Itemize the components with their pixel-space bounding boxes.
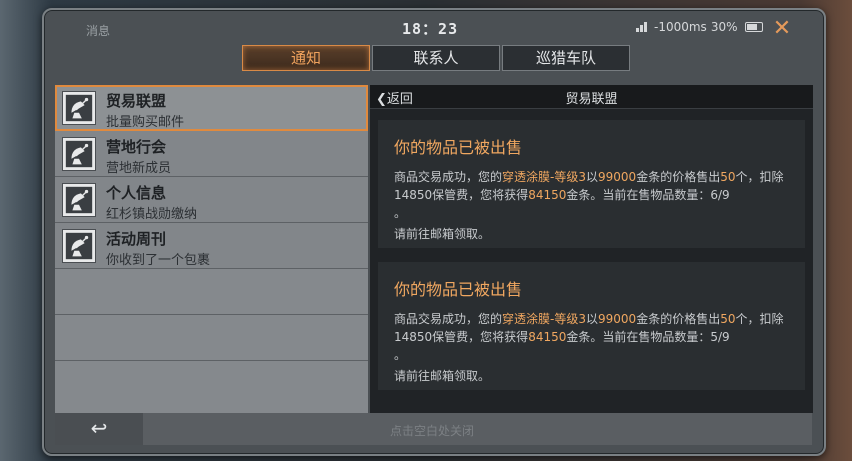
- signal-icon: [636, 22, 650, 32]
- mail-item-trade-alliance[interactable]: 贸易联盟 批量购买邮件: [55, 85, 368, 131]
- clock: 18：23: [402, 20, 459, 38]
- message-card: 你的物品已被出售 商品交易成功，您的穿透涂膜-等级3以99000金条的价格售出5…: [378, 120, 805, 248]
- mail-title: 贸易联盟: [106, 92, 167, 110]
- mail-subtitle: 营地新成员: [106, 161, 172, 176]
- message-body: 商品交易成功，您的穿透涂膜-等级3以99000金条的价格售出50个，扣除1485…: [394, 312, 784, 362]
- mail-list: 贸易联盟 批量购买邮件 营地行会 营地新成员 个人信息 红杉镇战勋缴纳 活动周刊…: [55, 85, 368, 413]
- mail-subtitle: 红杉镇战勋缴纳: [106, 207, 198, 222]
- mail-slot-empty: [55, 269, 368, 315]
- mail-slot-empty: [55, 315, 368, 361]
- mail-subtitle: 批量购买邮件: [106, 115, 185, 130]
- satellite-dish-icon: [62, 229, 96, 263]
- mail-slot-empty: [55, 361, 368, 413]
- sale-price: 99000: [598, 312, 637, 326]
- status-indicators: -1000ms 30%: [636, 20, 764, 34]
- status-label: 消息: [86, 24, 111, 38]
- return-button[interactable]: ↩: [55, 413, 143, 445]
- mail-item-personal-info[interactable]: 个人信息 红杉镇战勋缴纳: [55, 177, 368, 223]
- close-button[interactable]: ✕: [768, 15, 796, 43]
- detail-title: 贸易联盟: [565, 92, 618, 107]
- undo-arrow-icon: ↩: [90, 416, 108, 440]
- sale-price: 99000: [598, 170, 637, 184]
- earnings: 84150: [528, 188, 567, 202]
- message-footer: 请前往邮箱领取。: [394, 369, 491, 383]
- mail-item-event-weekly[interactable]: 活动周刊 你收到了一个包裹: [55, 223, 368, 269]
- mail-subtitle: 你收到了一个包裹: [106, 253, 211, 268]
- message-card: 你的物品已被出售 商品交易成功，您的穿透涂膜-等级3以99000金条的价格售出5…: [378, 262, 805, 390]
- battery-icon: [745, 22, 764, 32]
- satellite-dish-icon: [62, 137, 96, 171]
- tab-notifications[interactable]: 通知: [242, 45, 370, 71]
- message-footer: 请前往邮箱领取。: [394, 227, 491, 241]
- tab-bar: 通知 联系人 巡猎车队: [242, 45, 630, 71]
- mail-title: 个人信息: [106, 184, 167, 202]
- tab-patrol-team[interactable]: 巡猎车队: [502, 45, 630, 71]
- mail-title: 营地行会: [106, 138, 167, 156]
- tab-contacts[interactable]: 联系人: [372, 45, 500, 71]
- earnings: 84150: [528, 330, 567, 344]
- item-name: 穿透涂膜-等级3: [502, 170, 586, 184]
- detail-header: ❮返回 贸易联盟: [370, 85, 813, 109]
- sale-quantity: 50: [720, 312, 736, 326]
- mail-item-camp-guild[interactable]: 营地行会 营地新成员: [55, 131, 368, 177]
- sale-quantity: 50: [720, 170, 736, 184]
- item-name: 穿透涂膜-等级3: [502, 312, 586, 326]
- message-title: 你的物品已被出售: [394, 138, 523, 157]
- satellite-dish-icon: [62, 183, 96, 217]
- satellite-dish-icon: [62, 91, 96, 125]
- mail-title: 活动周刊: [106, 230, 167, 248]
- close-hint: 点击空白处关闭: [390, 424, 475, 438]
- battery-percent: 30%: [710, 20, 738, 34]
- message-body: 商品交易成功，您的穿透涂膜-等级3以99000金条的价格售出50个，扣除1485…: [394, 170, 784, 220]
- message-title: 你的物品已被出售: [394, 280, 523, 299]
- network-latency: -1000ms: [654, 20, 707, 34]
- mail-detail: ❮返回 贸易联盟 你的物品已被出售 商品交易成功，您的穿透涂膜-等级3以9900…: [370, 85, 813, 413]
